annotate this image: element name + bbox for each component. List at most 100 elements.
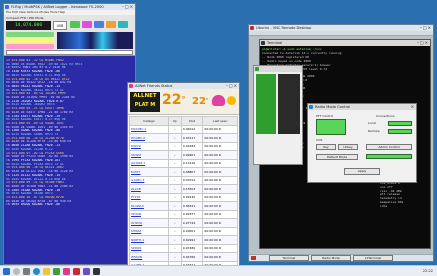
clock[interactable]: 22:22 xyxy=(423,268,433,275)
up-cell: • xyxy=(167,252,182,262)
remote-titlebar[interactable]: Ubuntu - VNC Remote Desktop –□× xyxy=(249,25,433,31)
allnet-window: AllNet Friends Status –□× ALLNET PLAT M 2… xyxy=(127,82,240,272)
terminal-titlebar[interactable]: Terminal –□× xyxy=(260,40,430,46)
search-icon[interactable] xyxy=(13,268,20,275)
table-row[interactable]: PY2XX • 0.09140 00:00:00 D xyxy=(129,192,238,202)
table-row[interactable]: JA1QRZ-1 • 0.11210 00:00:00 D xyxy=(129,158,238,168)
table-row[interactable]: W5SUN • 0.02760 00:00:00 D xyxy=(129,252,238,262)
last-seen-cell: 00:00:00 D xyxy=(202,252,238,262)
table-row[interactable]: SP9QQ • 0.07480 00:00:00 D xyxy=(129,243,238,253)
table-row[interactable]: EA5TT • 0.08807 00:00:00 D xyxy=(129,167,238,177)
apply-button[interactable]: Apply xyxy=(344,168,380,175)
table-row[interactable]: W1ABC-2 • 0.03117 00:00:00 D xyxy=(129,133,238,143)
app-icon xyxy=(5,5,9,9)
callsign-cell[interactable]: G4ABC-3 xyxy=(129,175,169,185)
callsign-cell[interactable]: PY2XX xyxy=(129,192,169,202)
key-button[interactable]: Key xyxy=(316,144,336,150)
callsign-cell[interactable]: K9XYZ xyxy=(129,141,169,151)
radio-mode-titlebar[interactable]: Radio Mode Control × xyxy=(308,104,416,110)
toolbar-button-blue[interactable] xyxy=(94,21,104,28)
left-app-titlebar[interactable]: FLRig / MultiPSK / AllNet Logger - Kenwo… xyxy=(4,4,135,10)
dist-cell: 0.07012 xyxy=(180,175,204,185)
table-row[interactable]: VK3ZZ • 0.09901 00:00:00 D xyxy=(129,150,238,160)
last-seen-cell: 00:00:00 D xyxy=(202,201,238,211)
table-row[interactable]: OH2QQ • 0.07744 00:00:00 D xyxy=(129,218,238,228)
callsign-cell[interactable]: W5SUN xyxy=(129,252,169,262)
last-seen-cell: 00:00:00 D xyxy=(202,235,238,245)
unkey-button[interactable]: Unkey xyxy=(338,144,358,150)
toolbar-button-orange[interactable] xyxy=(106,21,116,28)
side-panel-titlebar[interactable] xyxy=(254,66,302,72)
remote-window-controls-icon[interactable]: –□× xyxy=(420,25,432,31)
mode-row-3[interactable] xyxy=(6,44,54,49)
table-row[interactable]: KD2ABC-1 • 0.04012 00:00:00 D xyxy=(129,124,238,134)
table-row[interactable]: VE3AB • 0.01877 00:00:00 D xyxy=(129,209,238,219)
last-seen-cell: 00:00:00 D xyxy=(202,184,238,194)
toolbar-button-teal[interactable] xyxy=(118,21,128,28)
dist-cell: 0.02760 xyxy=(180,252,204,262)
window-controls-icon[interactable]: –□× xyxy=(122,4,134,10)
last-seen-cell: 00:00:00 D xyxy=(202,133,238,143)
callsign-cell[interactable]: KD2ABC-1 xyxy=(129,124,169,134)
dist-cell: 0.01877 xyxy=(180,209,204,219)
toolbar-button-magenta[interactable] xyxy=(82,21,92,28)
dist-cell: 0.09140 xyxy=(180,192,204,202)
waterfall-strip[interactable] xyxy=(57,32,133,49)
dist-cell: 0.11210 xyxy=(180,158,204,168)
callsign-cell[interactable]: VE3AB xyxy=(129,209,169,219)
remote-task-radio[interactable]: Radio Mode xyxy=(311,255,351,261)
radio-app-icon[interactable] xyxy=(53,268,60,275)
remote-task-lxterminal[interactable]: LXTerminal xyxy=(353,255,393,261)
dist-cell: 0.07480 xyxy=(180,243,204,253)
allnet-header: ALLNET PLAT M 22° 22° xyxy=(128,89,239,115)
last-seen-cell: 00:00:00 D xyxy=(202,175,238,185)
table-row[interactable]: ZL2AB • 0.15503 00:00:00 D xyxy=(129,184,238,194)
up-cell: • xyxy=(167,175,182,185)
last-seen-cell: 00:00:00 D xyxy=(202,209,238,219)
table-row[interactable]: K9XYZ • 0.02284 00:00:00 D xyxy=(129,141,238,151)
default-mode-button[interactable]: Default Mode xyxy=(316,154,358,160)
table-row[interactable]: G4ABC-3 • 0.07012 00:00:00 D xyxy=(129,175,238,185)
table-row[interactable]: N0RTH-1 • 0.02991 00:00:00 D xyxy=(129,235,238,245)
col-callsign[interactable]: Callsign xyxy=(129,116,169,126)
up-cell: • xyxy=(167,167,182,177)
logger-app-icon[interactable] xyxy=(83,268,90,275)
callsign-cell[interactable]: EA5TT xyxy=(129,167,169,177)
admin-indicator xyxy=(366,154,412,159)
callsign-cell[interactable]: JA1QRZ-1 xyxy=(129,158,169,168)
col-up[interactable]: Up xyxy=(167,116,182,126)
table-row[interactable]: KH6ZZ • 0.20001 00:00:00 D xyxy=(129,226,238,236)
admin-control-button[interactable]: Admin Control xyxy=(366,144,412,150)
mode-row-1[interactable] xyxy=(6,32,54,37)
terminal-app-icon[interactable] xyxy=(93,268,100,275)
dist-cell: 0.02284 xyxy=(180,141,204,151)
input-bar[interactable] xyxy=(6,50,133,55)
callsign-cell[interactable]: SP9QQ xyxy=(129,243,169,253)
mode-display[interactable]: USB xyxy=(53,21,67,30)
table-row[interactable]: DL1ZZ-2 • 0.06321 00:00:00 D xyxy=(129,201,238,211)
remote-task-terminal[interactable]: Terminal xyxy=(269,255,309,261)
callsign-cell[interactable]: DL1ZZ-2 xyxy=(129,201,169,211)
callsign-cell[interactable]: N0RTH-1 xyxy=(129,235,169,245)
allnet-app-icon[interactable] xyxy=(63,268,70,275)
browser-icon[interactable] xyxy=(33,268,40,275)
start-icon[interactable] xyxy=(3,268,10,275)
toolbar-button-green[interactable] xyxy=(70,21,80,28)
callsign-cell[interactable]: OH2QQ xyxy=(129,218,169,228)
file-explorer-icon[interactable] xyxy=(43,268,50,275)
task-view-icon[interactable] xyxy=(23,268,30,275)
callsign-cell[interactable]: W1ABC-2 xyxy=(129,133,169,143)
col-dist[interactable]: Dist xyxy=(180,116,204,126)
mode-row-2[interactable] xyxy=(6,38,54,43)
callsign-cell[interactable]: VK3ZZ xyxy=(129,150,169,160)
vnc-app-icon[interactable] xyxy=(73,268,80,275)
col-last-seen[interactable]: Last seen xyxy=(202,116,238,126)
callsign-cell[interactable]: KH6ZZ xyxy=(129,226,169,236)
radio-mode-close-icon[interactable]: × xyxy=(411,104,415,110)
remote-start-icon[interactable] xyxy=(251,256,256,260)
callsign-cell[interactable]: ZL2AB xyxy=(129,184,169,194)
terminal-controls-icon[interactable]: –□× xyxy=(417,40,429,46)
decode-lines: 14 074.000 01 -12 CQ W1ABC FN42 RX 0000 D… xyxy=(6,59,133,207)
up-cell: • xyxy=(167,218,182,228)
dist-cell: 0.06321 xyxy=(180,201,204,211)
